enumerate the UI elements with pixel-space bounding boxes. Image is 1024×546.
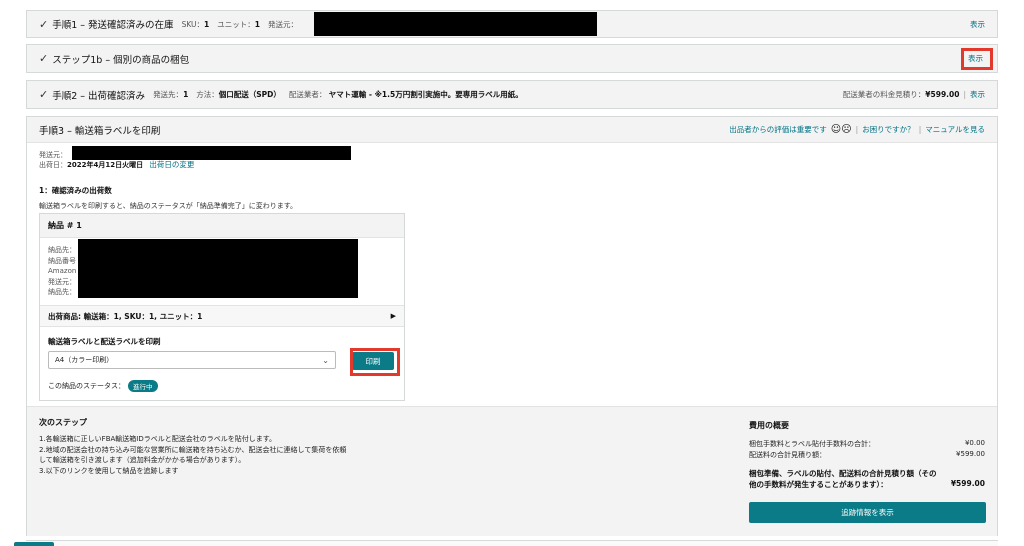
shipment-title: 納品 # 1 bbox=[48, 221, 82, 230]
step2-title: 手順2 – 出荷確認済み bbox=[52, 90, 146, 102]
step1b-title: ステップ1b – 個別の商品の梱包 bbox=[52, 54, 190, 66]
checkmark-icon: ✓ bbox=[39, 52, 49, 65]
paper-select[interactable]: A4（カラー印刷） ⌄ bbox=[48, 351, 336, 369]
redacted-block bbox=[314, 12, 597, 36]
step1-title: 手順1 – 発送確認済みの在庫 bbox=[52, 20, 174, 31]
next-steps-heading: 次のステップ bbox=[39, 418, 87, 427]
redacted-block bbox=[78, 239, 358, 298]
confirmed-heading: 1：確認済みの出荷数 bbox=[39, 186, 112, 195]
bottom-tab[interactable] bbox=[14, 542, 54, 546]
print-note: 輸送箱ラベルを印刷すると、納品のステータスが「納品準備完了」に変わります。 bbox=[39, 202, 298, 210]
ship-date: 出荷日：2022年4月12日火曜日 出荷日の変更 bbox=[39, 160, 195, 169]
next-step-line: 3.以下のリンクを使用して納品を追跡します bbox=[39, 466, 179, 475]
step1-sku: SKU：1 bbox=[181, 19, 210, 29]
total-label: 梱包準備、ラベルの貼付、配送料の合計見積り額（その 他の手数料が発生することがあ… bbox=[749, 469, 937, 489]
step3-title: 手順3 – 輸送箱ラベルを印刷 bbox=[39, 125, 161, 137]
total-value: ¥599.00 bbox=[950, 479, 985, 488]
divider: | bbox=[918, 125, 922, 134]
step1b-panel: ✓ ステップ1b – 個別の商品の梱包 表示 bbox=[26, 44, 998, 73]
expand-arrow-icon[interactable]: ▶ bbox=[391, 312, 396, 320]
shipping-value: ¥599.00 bbox=[956, 450, 985, 458]
items-summary-row[interactable]: 出荷商品: 輸送箱：1, SKU：1, ユニット：1 ▶ bbox=[40, 305, 404, 327]
step2-view-link[interactable]: 表示 bbox=[970, 89, 985, 100]
step1-units: ユニット：1 bbox=[217, 19, 260, 29]
bottom-section: 次のステップ 1.各輸送箱に正しいFBA輸送箱IDラベルと配送会社のラベルを貼付… bbox=[27, 406, 997, 536]
divider: | bbox=[963, 90, 966, 99]
frown-icon[interactable]: ☹ bbox=[841, 124, 851, 135]
checkmark-icon: ✓ bbox=[39, 17, 49, 31]
step1-panel: ✓ 手順1 – 発送確認済みの在庫 SKU：1 ユニット：1 発送元： 表示 bbox=[26, 10, 998, 38]
fee-label: 梱包手数料とラベル貼付手数料の合計： bbox=[749, 440, 875, 448]
checkmark-icon: ✓ bbox=[39, 88, 49, 101]
next-step-line: 2.地域の配送会社の持ち込み可能な営業所に輸送箱を持ち込むか、配送会社に連絡して… bbox=[39, 445, 347, 454]
cost-summary-heading: 費用の概要 bbox=[749, 421, 789, 430]
fee-value: ¥0.00 bbox=[964, 439, 985, 447]
feedback-link[interactable]: 出品者からの評価は重要です bbox=[729, 124, 827, 135]
detail-label: Amazon bbox=[48, 267, 77, 275]
manual-link[interactable]: マニュアルを見る bbox=[925, 124, 985, 135]
divider: | bbox=[855, 125, 859, 134]
step3-header: 手順3 – 輸送箱ラベルを印刷 出品者からの評価は重要です ☺ ☹ | お困りで… bbox=[27, 117, 997, 143]
help-link[interactable]: お困りですか？ bbox=[862, 124, 915, 135]
next-step-line: して輸送箱を引き渡します（追加料金がかかる場合があります）。 bbox=[39, 456, 246, 464]
highlight-box bbox=[961, 48, 993, 70]
shipment-header: 納品 # 1 bbox=[40, 214, 404, 238]
step2-carrier: 配送業者： ヤマト運輸 - ※1.5万円割引実施中。要専用ラベル用紙。 bbox=[288, 90, 523, 99]
smiley-icon[interactable]: ☺ bbox=[831, 124, 841, 135]
next-steps-list: 1.各輸送箱に正しいFBA輸送箱IDラベルと配送会社のラベルを貼付します。 2.… bbox=[39, 434, 346, 476]
step2-ship-to: 発送先：1 bbox=[153, 90, 189, 99]
shipping-label: 配送料の合計見積り額： bbox=[749, 451, 826, 459]
step2-estimate: 配送業者の料金見積り：¥599.00 bbox=[842, 90, 960, 99]
highlight-box bbox=[350, 348, 400, 376]
step1-ship-from-label: 発送元： bbox=[267, 19, 298, 29]
track-button[interactable]: 追跡情報を表示 bbox=[749, 502, 986, 523]
detail-label: 納品先： bbox=[48, 246, 76, 254]
step2-method: 方法：個口配送（SPD） bbox=[196, 90, 281, 99]
redacted-block bbox=[72, 146, 351, 160]
status-badge: 進行中 bbox=[128, 380, 158, 392]
detail-label: 発送元： bbox=[48, 277, 76, 286]
status-row: この納品のステータス： 進行中 bbox=[48, 380, 158, 392]
next-step-line: 1.各輸送箱に正しいFBA輸送箱IDラベルと配送会社のラベルを貼付します。 bbox=[39, 435, 277, 443]
chevron-down-icon: ⌄ bbox=[322, 355, 329, 365]
step2-panel: ✓ 手順2 – 出荷確認済み 発送先：1 方法：個口配送（SPD） 配送業者： … bbox=[26, 80, 998, 109]
print-heading: 輸送箱ラベルと配送ラベルを印刷 bbox=[48, 337, 161, 346]
items-summary: 出荷商品: 輸送箱：1, SKU：1, ユニット：1 bbox=[48, 311, 203, 321]
step3-panel: 手順3 – 輸送箱ラベルを印刷 出品者からの評価は重要です ☺ ☹ | お困りで… bbox=[26, 116, 998, 536]
step1-view-link[interactable]: 表示 bbox=[970, 19, 985, 30]
next-panel-edge bbox=[26, 540, 998, 546]
detail-label: 納品先： bbox=[48, 288, 76, 296]
shipment-details: 納品先： 納品番号 Amazon 発送元： 納品先： bbox=[48, 245, 76, 298]
detail-label: 納品番号 bbox=[48, 256, 76, 265]
change-date-link[interactable]: 出荷日の変更 bbox=[149, 160, 194, 169]
